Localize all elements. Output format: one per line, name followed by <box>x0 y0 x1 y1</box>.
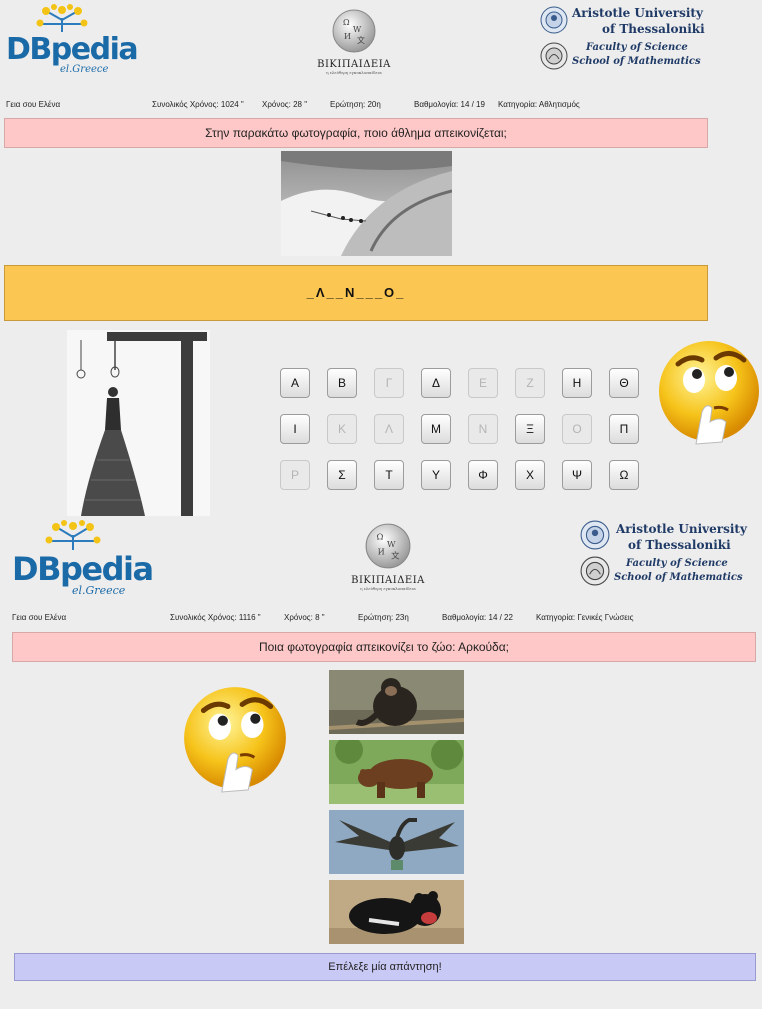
letter-key[interactable]: Θ <box>609 368 639 398</box>
total-time: Συνολικός Χρόνος: 1024 " <box>152 100 244 109</box>
letter-key[interactable]: Ω <box>609 460 639 490</box>
svg-text:W: W <box>353 25 362 34</box>
wikipedia-slogan: η ελεύθερη εγκυκλοπαίδεια <box>360 586 416 591</box>
answer-prompt: Επέλεξε μία απάντηση! <box>14 953 756 981</box>
thinking-emoji-icon <box>184 687 286 793</box>
question-text: Στην παρακάτω φωτογραφία, ποιο άθλημα απ… <box>4 118 708 148</box>
wikipedia-globe-icon: ΩWИ 文 <box>365 523 411 569</box>
letter-key[interactable]: Ι <box>280 414 310 444</box>
letter-key[interactable]: Μ <box>421 414 451 444</box>
university-logo: Aristotle University of Thessaloniki Fac… <box>540 4 720 74</box>
hangman-figure <box>76 332 207 516</box>
letter-key[interactable]: Π <box>609 414 639 444</box>
letter-key: Ε <box>468 368 498 398</box>
question-text: Ποια φωτογραφία απεικονίζει το ζώο: Αρκο… <box>12 632 756 662</box>
hangman-screen: DBpedia el.Greece ΩWИ文 BIKIΠAIΔEIA η ελε… <box>0 0 762 516</box>
answer-option-chimpanzee[interactable] <box>329 670 464 734</box>
letter-key[interactable]: Σ <box>327 460 357 490</box>
letter-key: Γ <box>374 368 404 398</box>
gallows-image <box>67 330 210 516</box>
letter-key: Ζ <box>515 368 545 398</box>
wikipedia-slogan: η ελεύθερη εγκυκλοπαίδεια <box>326 70 382 75</box>
faculty-seal-icon <box>540 42 568 70</box>
svg-text:W: W <box>387 539 396 549</box>
dbpedia-tree-icon <box>45 520 101 550</box>
answer-option-bear[interactable] <box>329 740 464 804</box>
svg-text:И: И <box>344 32 351 41</box>
wikipedia-wordmark: BIKIΠAIΔEIA <box>351 575 425 586</box>
hidden-word: _Λ__Ν___Ο_ <box>4 265 708 321</box>
letter-key: Ρ <box>280 460 310 490</box>
faculty-name: Faculty of Science <box>626 558 728 569</box>
svg-text:Ω: Ω <box>377 532 384 542</box>
dbpedia-subtitle: el.Greece <box>72 584 126 597</box>
letter-key: Κ <box>327 414 357 444</box>
answer-option-cormorant[interactable] <box>329 810 464 874</box>
question-time: Χρόνος: 28 " <box>262 100 308 109</box>
faculty-seal-icon <box>580 556 610 586</box>
letter-key[interactable]: Χ <box>515 460 545 490</box>
wikipedia-logo: ΩWИ文 BIKIΠAIΔEIA η ελεύθερη εγκυκλοπαίδε… <box>340 522 436 592</box>
score: Βαθμολογία: 14 / 22 <box>442 613 513 622</box>
question-number: Ερώτηση: 23η <box>358 613 409 622</box>
category: Κατηγορία: Γενικές Γνώσεις <box>536 613 634 622</box>
question-photo <box>281 151 452 256</box>
dbpedia-subtitle: el.Greece <box>60 64 109 75</box>
letter-key[interactable]: Δ <box>421 368 451 398</box>
thinking-emoji-icon <box>659 341 759 445</box>
category: Κατηγορία: Αθλητισμός <box>498 100 580 109</box>
cormorant-photo <box>329 810 464 874</box>
ski-photo <box>281 151 452 256</box>
letter-key: Ο <box>562 414 592 444</box>
university-name-line2: of Thessaloniki <box>628 538 731 552</box>
university-logo: Aristotle University of Thessaloniki Fac… <box>580 518 760 592</box>
svg-text:文: 文 <box>357 35 365 45</box>
question-number: Ερώτηση: 20η <box>330 100 381 109</box>
dbpedia-wordmark: DBpedia <box>12 550 154 588</box>
greeting: Γεια σου Ελένα <box>12 613 67 622</box>
letter-key[interactable]: Φ <box>468 460 498 490</box>
university-name-line1: Aristotle University <box>616 522 747 536</box>
university-seal-icon <box>540 6 568 34</box>
letter-key[interactable]: Η <box>562 368 592 398</box>
total-time: Συνολικός Χρόνος: 1116 " <box>170 613 261 622</box>
school-name: School of Mathematics <box>614 572 743 583</box>
school-name: School of Mathematics <box>572 56 701 67</box>
letter-key: Ν <box>468 414 498 444</box>
wikipedia-globe-icon: ΩWИ 文 <box>332 9 376 53</box>
letter-key[interactable]: Τ <box>374 460 404 490</box>
score: Βαθμολογία: 14 / 19 <box>414 100 485 109</box>
chimpanzee-photo <box>329 670 464 734</box>
letter-key[interactable]: Β <box>327 368 357 398</box>
wikipedia-logo: ΩWИ文 BIKIΠAIΔEIA η ελεύθερη εγκυκλοπαίδε… <box>306 8 402 75</box>
university-seal-icon <box>580 520 610 550</box>
letter-key[interactable]: Υ <box>421 460 451 490</box>
picture-quiz-screen: DBpedia el.Greece ΩWИ文 BIKIΠAIΔEIA η ελε… <box>0 516 762 1009</box>
letter-key[interactable]: Ξ <box>515 414 545 444</box>
university-name-line1: Aristotle University <box>572 6 703 20</box>
letter-key[interactable]: Α <box>280 368 310 398</box>
wikipedia-wordmark: BIKIΠAIΔEIA <box>317 59 391 70</box>
faculty-name: Faculty of Science <box>586 42 688 53</box>
answer-option-tasmanian-devil[interactable] <box>329 880 464 944</box>
greeting: Γεια σου Ελένα <box>6 100 61 109</box>
dbpedia-logo: DBpedia el.Greece <box>12 520 154 597</box>
svg-text:文: 文 <box>391 551 400 561</box>
letter-key[interactable]: Ψ <box>562 460 592 490</box>
university-name-line2: of Thessaloniki <box>602 22 705 36</box>
letter-key: Λ <box>374 414 404 444</box>
dbpedia-logo: DBpedia el.Greece <box>6 4 139 75</box>
question-time: Χρόνος: 8 " <box>284 613 325 622</box>
bear-photo <box>329 740 464 804</box>
tasmanian-devil-photo <box>329 880 464 944</box>
dbpedia-tree-icon <box>36 4 88 32</box>
svg-text:Ω: Ω <box>343 18 350 27</box>
dbpedia-wordmark: DBpedia <box>6 32 139 67</box>
svg-text:И: И <box>378 546 385 556</box>
